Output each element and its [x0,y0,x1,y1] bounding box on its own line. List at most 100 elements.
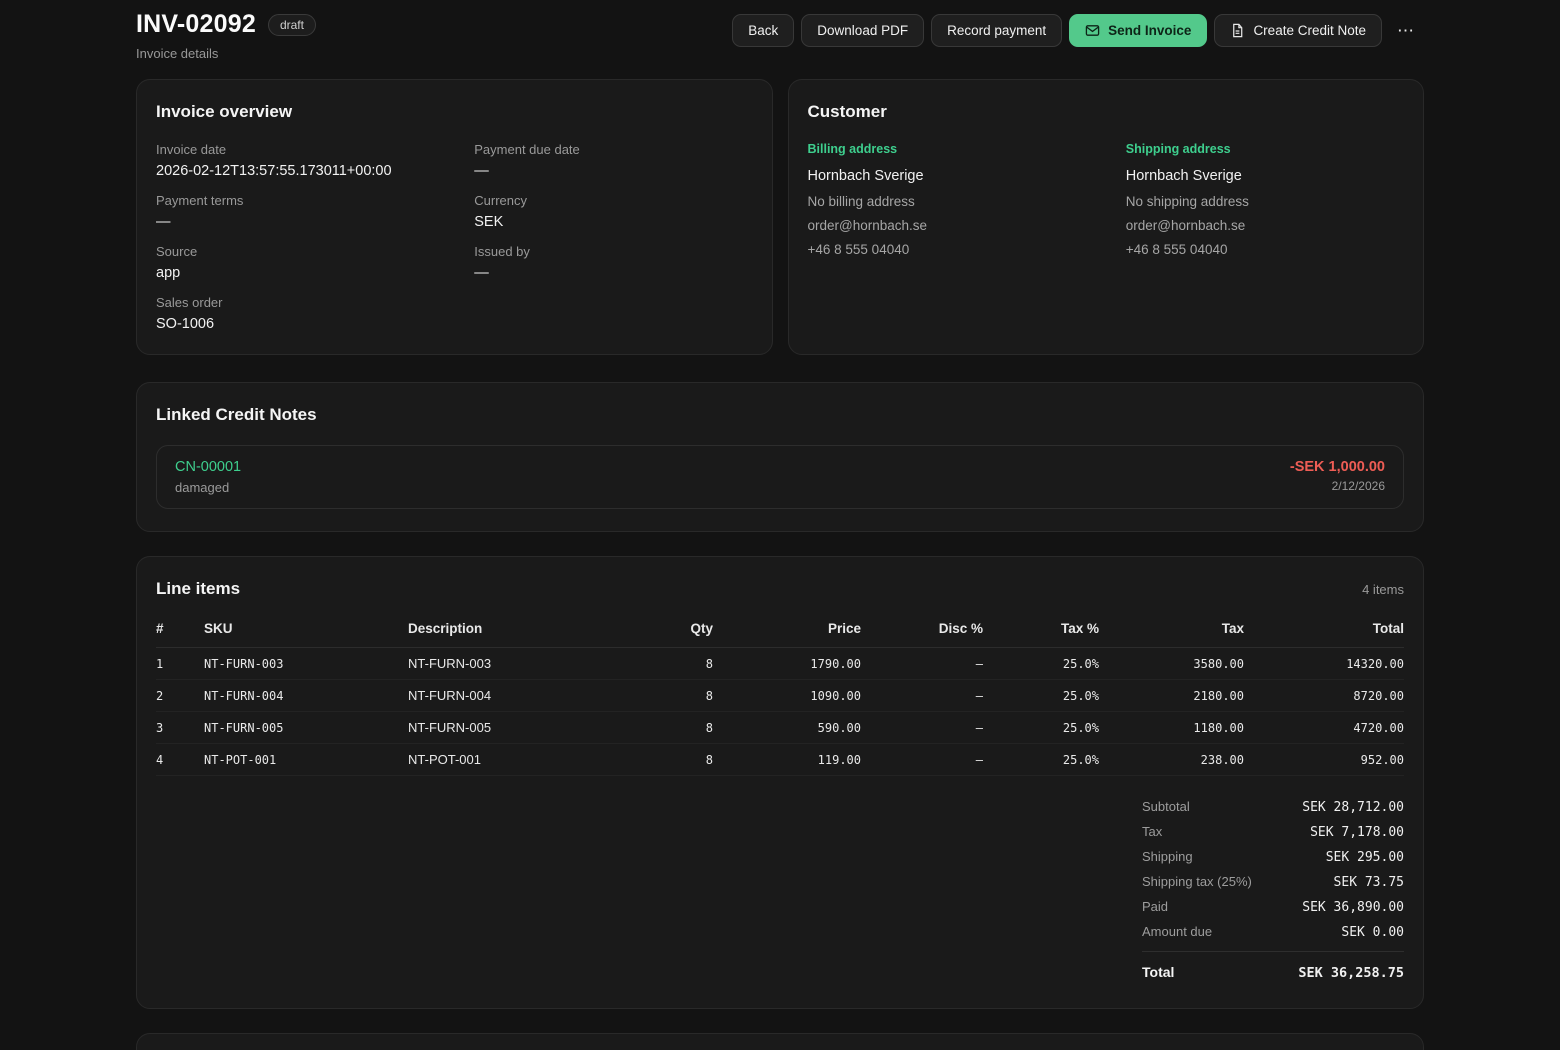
totals-label: Amount due [1142,924,1212,939]
table-cell: 8 [623,680,713,712]
totals-value: SEK 295.00 [1326,850,1404,865]
billing-address-line: No billing address [808,194,1086,209]
invoice-details-page: INV-02092 draft Invoice details Back Dow… [136,0,1424,1050]
overview-field: Invoice date2026-02-12T13:57:55.173011+0… [156,142,434,179]
envelope-icon [1085,23,1100,38]
totals-row: Shipping tax (25%)SEK 73.75 [1142,869,1404,894]
create-credit-note-label: Create Credit Note [1253,23,1366,38]
column-header: Disc % [861,613,983,648]
column-header: Tax % [983,613,1099,648]
send-invoice-button[interactable]: Send Invoice [1069,14,1207,47]
overview-field-value: SO-1006 [156,316,434,332]
shipping-name: Hornbach Sverige [1126,168,1404,184]
credit-note-item[interactable]: CN-00001 damaged -SEK 1,000.00 2/12/2026 [156,445,1404,509]
overview-field-label: Issued by [474,244,752,259]
column-header: SKU [204,613,408,648]
payment-summary-card: Payment summary Track payments received … [136,1033,1424,1050]
table-cell: 3580.00 [1099,648,1244,680]
totals-row: SubtotalSEK 28,712.00 [1142,794,1404,819]
table-cell: 1 [156,648,204,680]
credit-note-link[interactable]: CN-00001 [175,459,241,475]
table-cell: 1090.00 [713,680,861,712]
totals-row: PaidSEK 36,890.00 [1142,894,1404,919]
overview-field-label: Source [156,244,434,259]
table-row: 4NT-POT-001NT-POT-0018119.00–25.0%238.00… [156,744,1404,776]
overview-field-label: Payment due date [474,142,752,157]
column-header: # [156,613,204,648]
table-cell: 8 [623,712,713,744]
shipping-address-label: Shipping address [1126,142,1404,156]
billing-address-label: Billing address [808,142,1086,156]
shipping-address-block: Shipping address Hornbach Sverige No shi… [1126,142,1404,266]
overview-field-label: Invoice date [156,142,434,157]
table-cell: NT-FURN-005 [204,712,408,744]
table-cell: NT-FURN-005 [408,712,623,744]
column-header: Total [1244,613,1404,648]
back-button[interactable]: Back [732,14,794,47]
line-items-title: Line items [156,579,240,599]
billing-phone: +46 8 555 04040 [808,242,1086,257]
totals-label: Shipping tax (25%) [1142,874,1252,889]
shipping-phone: +46 8 555 04040 [1126,242,1404,257]
overview-field-value: SEK [474,214,752,230]
invoice-overview-card: Invoice overview Invoice date2026-02-12T… [136,79,773,355]
table-cell: NT-POT-001 [204,744,408,776]
table-cell: 25.0% [983,744,1099,776]
credit-note-amount: -SEK 1,000.00 [1290,459,1385,475]
table-cell: – [861,680,983,712]
totals-label: Tax [1142,824,1162,839]
shipping-email: order@hornbach.se [1126,218,1404,233]
totals-value: SEK 0.00 [1341,925,1404,940]
address-grid: Billing address Hornbach Sverige No bill… [808,142,1405,266]
credit-note-reason: damaged [175,480,241,495]
credit-note-date: 2/12/2026 [1290,479,1385,493]
table-cell: 1180.00 [1099,712,1244,744]
page-header: INV-02092 draft Invoice details Back Dow… [136,8,1424,79]
line-items-table: #SKUDescriptionQtyPriceDisc %Tax %TaxTot… [156,613,1404,776]
line-items-count: 4 items [1362,582,1404,597]
customer-title: Customer [808,102,1405,122]
table-cell: 25.0% [983,648,1099,680]
totals-block: SubtotalSEK 28,712.00 Tax SEK 7,178.00 Ship… [1142,794,1404,986]
linked-credit-notes-card: Linked Credit Notes CN-00001 damaged -SEK … [136,382,1424,532]
overview-field-value: — [474,265,752,281]
overview-field: Issued by — [474,244,752,281]
overview-field: Source app [156,244,434,281]
totals-value: SEK 7,178.00 [1310,825,1404,840]
billing-email: order@hornbach.se [808,218,1086,233]
page-title: INV-02092 [136,10,256,39]
invoice-overview-title: Invoice overview [156,102,753,122]
send-invoice-label: Send Invoice [1108,23,1191,38]
table-cell: 14320.00 [1244,648,1404,680]
overview-field-grid: Invoice date2026-02-12T13:57:55.173011+0… [156,142,753,332]
create-credit-note-button[interactable]: Create Credit Note [1214,14,1382,47]
table-cell: – [861,648,983,680]
billing-address-block: Billing address Hornbach Sverige No bill… [808,142,1086,266]
download-pdf-button[interactable]: Download PDF [801,14,924,47]
table-row: 1NT-FURN-003NT-FURN-00381790.00–25.0%358… [156,648,1404,680]
customer-card: Customer Billing address Hornbach Sverig… [788,79,1425,355]
table-cell: 8 [623,744,713,776]
shipping-address-line: No shipping address [1126,194,1404,209]
table-cell: NT-FURN-004 [204,680,408,712]
table-cell: NT-POT-001 [408,744,623,776]
linked-credit-notes-title: Linked Credit Notes [156,405,1404,425]
overview-field-value: app [156,265,434,281]
credit-note-list: CN-00001 damaged -SEK 1,000.00 2/12/2026 [156,445,1404,509]
overview-field: Payment terms— [156,193,434,230]
table-cell: 8 [623,648,713,680]
overview-field-value: — [474,163,752,179]
table-cell: 3 [156,712,204,744]
table-cell: 25.0% [983,712,1099,744]
table-cell: 2 [156,680,204,712]
credit-note-right: -SEK 1,000.00 2/12/2026 [1290,459,1385,493]
column-header: Tax [1099,613,1244,648]
record-payment-button[interactable]: Record payment [931,14,1062,47]
table-cell: 25.0% [983,680,1099,712]
table-cell: NT-FURN-003 [408,648,623,680]
more-button[interactable]: ⋯ [1389,15,1424,47]
table-cell: 4720.00 [1244,712,1404,744]
grand-total-label: Total [1142,964,1174,980]
status-badge: draft [268,14,316,36]
credit-note-left: CN-00001 damaged [175,459,241,495]
